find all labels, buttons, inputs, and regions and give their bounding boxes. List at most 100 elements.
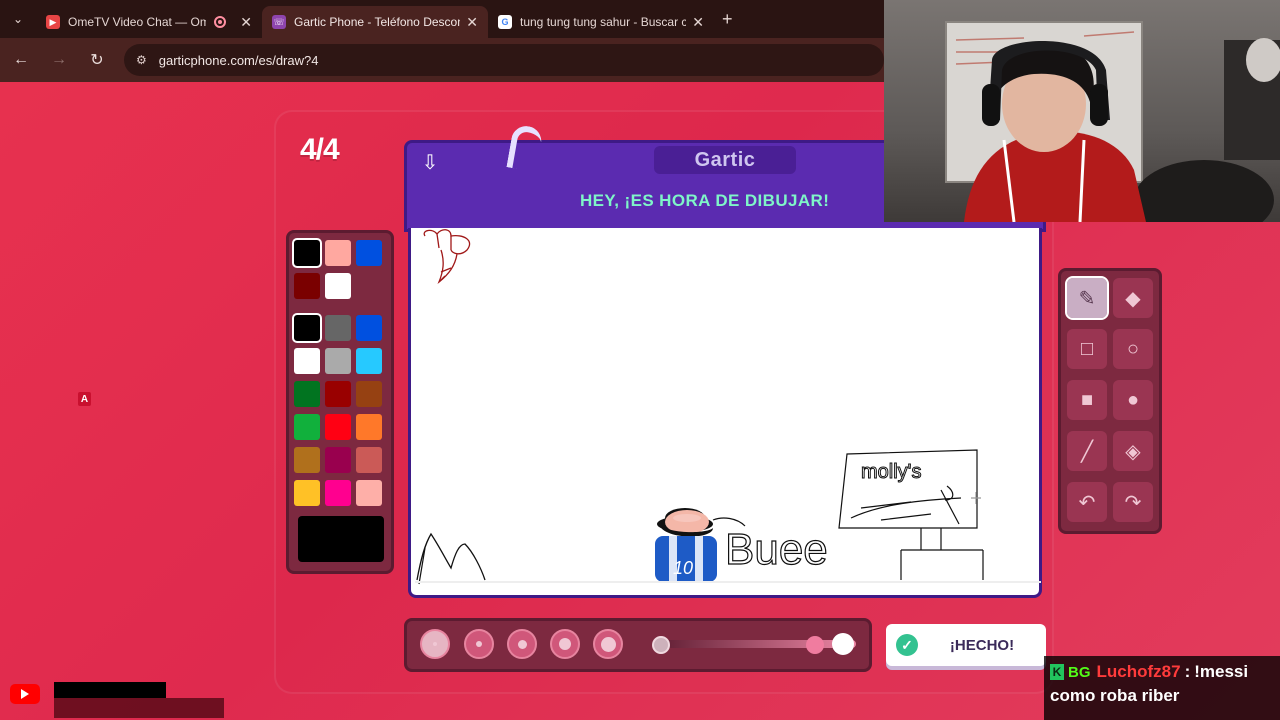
tool-button[interactable]: ◈: [1113, 431, 1153, 471]
sign-text: molly's: [861, 461, 922, 483]
store-sign-drawing: molly's: [838, 449, 984, 580]
dot-icon: [600, 636, 616, 652]
dot-icon: [517, 639, 527, 649]
tool-button[interactable]: ●: [1113, 380, 1153, 420]
overlay-bar: [54, 698, 224, 718]
tool-button[interactable]: ◆: [1113, 278, 1153, 318]
redo-icon: ↷: [1124, 491, 1142, 514]
brush-size-1[interactable]: [420, 629, 450, 659]
close-icon[interactable]: ✕: [692, 14, 704, 31]
brush-size-3[interactable]: [507, 629, 537, 659]
color-swatch[interactable]: [325, 414, 351, 440]
mountain-doodle: [416, 532, 486, 581]
line-icon: ╱: [1080, 440, 1094, 463]
chat-message: K BG Luchofz87 : !messi como roba riber: [1044, 656, 1280, 720]
pencil-icon: ✎: [1078, 287, 1096, 310]
color-swatch[interactable]: [292, 313, 322, 343]
color-swatch[interactable]: [294, 447, 320, 473]
dot-icon: [476, 641, 482, 647]
redaction-bar: [54, 682, 166, 698]
chat-username: Luchofz87: [1096, 662, 1181, 681]
new-tab-icon[interactable]: +: [722, 9, 733, 30]
tool-button[interactable]: ■: [1067, 380, 1107, 420]
color-swatch[interactable]: [325, 273, 351, 299]
streamer-webcam-image: [945, 21, 1280, 222]
download-icon[interactable]: ⇩: [416, 150, 444, 174]
close-icon[interactable]: ✕: [240, 14, 252, 31]
color-swatch[interactable]: [294, 414, 320, 440]
tool-button[interactable]: ✎: [1065, 276, 1109, 320]
url-field[interactable]: ⚙ garticphone.com/es/draw?4: [124, 44, 884, 76]
site-settings-icon[interactable]: ⚙: [136, 53, 147, 67]
rectangle-filled-icon: ■: [1080, 388, 1094, 411]
stray-label: A: [78, 392, 91, 406]
dot-icon: [559, 638, 571, 650]
color-swatch[interactable]: [325, 480, 351, 506]
tab-ometv[interactable]: ▶ OmeTV Video Chat — Ome ✕: [36, 6, 262, 38]
opacity-min-icon: [652, 636, 670, 654]
tool-button[interactable]: ○: [1113, 329, 1153, 369]
color-swatch[interactable]: [294, 273, 320, 299]
tab-gartic-phone[interactable]: ☏ Gartic Phone - Teléfono Descon ✕: [262, 6, 488, 38]
color-swatch[interactable]: [356, 447, 382, 473]
url-text: garticphone.com/es/draw?4: [158, 52, 319, 68]
color-swatch[interactable]: [356, 480, 382, 506]
tool-button[interactable]: ↷: [1113, 482, 1153, 522]
done-button[interactable]: ✓ ¡HECHO!: [886, 624, 1046, 666]
chat-message-start: !messi: [1194, 662, 1249, 681]
color-swatch[interactable]: [356, 240, 382, 266]
tool-button[interactable]: □: [1067, 329, 1107, 369]
tab-title: OmeTV Video Chat — Ome: [68, 15, 207, 29]
google-favicon-icon: G: [498, 15, 512, 29]
color-swatch[interactable]: [356, 414, 382, 440]
opacity-slider-handle[interactable]: [806, 636, 825, 654]
color-swatch[interactable]: [292, 238, 322, 268]
chevron-down-icon: ⌄: [12, 12, 24, 26]
brush-size-5[interactable]: [593, 629, 623, 659]
brush-size-4[interactable]: [550, 629, 580, 659]
gartic-favicon-icon: ☏: [272, 15, 286, 29]
opacity-slider[interactable]: [652, 640, 856, 648]
color-swatch[interactable]: [325, 348, 351, 374]
address-bar: ← → ↻ ⚙ garticphone.com/es/draw?4: [0, 38, 884, 82]
round-counter: 4/4: [300, 133, 340, 166]
tool-button[interactable]: ╱: [1067, 431, 1107, 471]
color-swatch[interactable]: [356, 315, 382, 341]
color-swatch[interactable]: [325, 447, 351, 473]
color-swatch[interactable]: [356, 381, 382, 407]
brush-size-2[interactable]: [464, 629, 494, 659]
current-color-preview: [298, 516, 384, 562]
drawn-word: Buee: [725, 525, 828, 574]
back-arrow-icon[interactable]: ←: [4, 51, 38, 69]
drawing-canvas[interactable]: 10 Buee molly's: [408, 228, 1042, 598]
color-swatch[interactable]: [294, 348, 320, 374]
color-swatch[interactable]: [325, 381, 351, 407]
tab-search-button[interactable]: ⌄: [0, 0, 36, 38]
color-swatch[interactable]: [294, 381, 320, 407]
color-swatch[interactable]: [325, 315, 351, 341]
reload-icon[interactable]: ↻: [80, 50, 114, 70]
eraser-icon: ◆: [1125, 287, 1141, 310]
youtube-favicon-icon: ▶: [46, 15, 60, 29]
fill-bucket-icon: ◈: [1125, 440, 1141, 463]
undo-icon: ↶: [1078, 491, 1096, 514]
tab-title: tung tung tung sahur - Buscar c: [520, 15, 687, 29]
tool-button[interactable]: ↶: [1067, 482, 1107, 522]
gartic-logo: Gartic: [654, 146, 796, 174]
color-swatch[interactable]: [325, 240, 351, 266]
forward-arrow-icon[interactable]: →: [42, 51, 76, 69]
color-swatch[interactable]: [294, 480, 320, 506]
tab-bar: ⌄ ▶ OmeTV Video Chat — Ome ✕ ☏ Gartic Ph…: [0, 0, 884, 38]
draw-instruction: HEY, ¡ES HORA DE DIBUJAR!: [580, 191, 830, 210]
tab-google-search[interactable]: G tung tung tung sahur - Buscar c ✕: [488, 6, 714, 38]
color-swatch[interactable]: [356, 348, 382, 374]
canvas-drawing: 10 Buee molly's: [415, 229, 1041, 585]
opacity-max-icon: [832, 633, 854, 655]
shirt-number: 10: [673, 558, 693, 578]
chat-message-end: como roba riber: [1050, 686, 1180, 705]
tab-title: Gartic Phone - Teléfono Descon: [294, 15, 461, 29]
close-icon[interactable]: ✕: [466, 14, 478, 31]
kick-badge-icon: K: [1050, 664, 1064, 680]
webcam-overlay: [884, 0, 1280, 222]
circle-outline-icon: ○: [1126, 337, 1140, 360]
